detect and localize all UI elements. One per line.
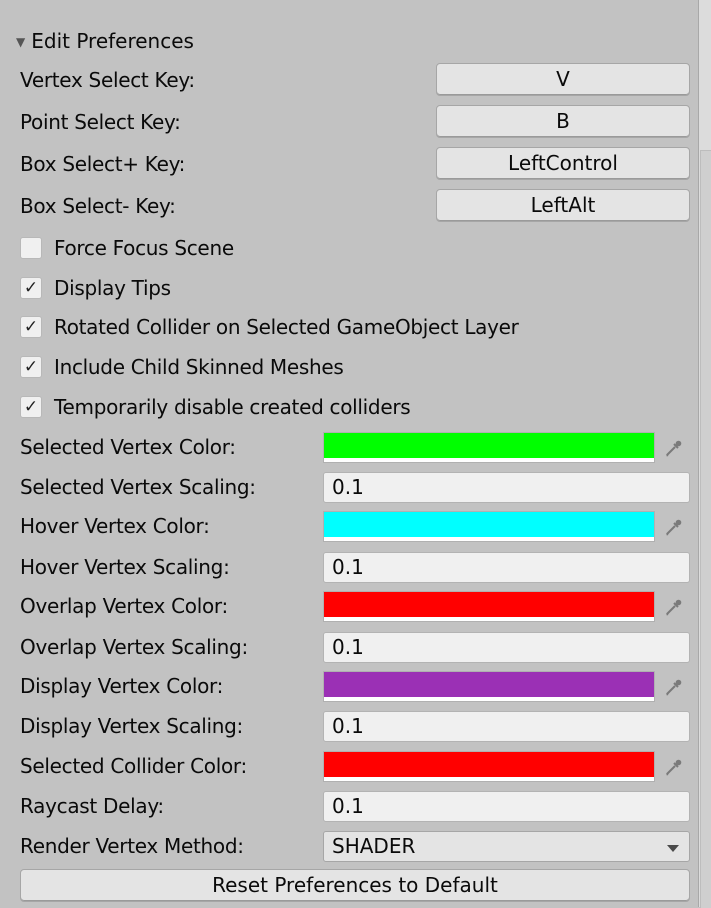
- raycast-delay-label: Raycast Delay:: [20, 794, 164, 818]
- display-vertex-scaling-row: Display Vertex Scaling: 0.1: [0, 707, 698, 745]
- render-vertex-method-label: Render Vertex Method:: [20, 834, 244, 858]
- hover-vertex-scaling-input[interactable]: 0.1: [323, 552, 690, 583]
- include-child-skinned-meshes-row: ✓ Include Child Skinned Meshes: [0, 348, 698, 386]
- selected-vertex-color-swatch[interactable]: [323, 432, 655, 463]
- render-vertex-method-dropdown[interactable]: SHADER: [323, 831, 690, 862]
- preferences-panel: ▼ Edit Preferences Vertex Select Key: V P…: [0, 0, 698, 907]
- eyedropper-icon[interactable]: [657, 751, 690, 782]
- include-child-skinned-meshes-checkbox[interactable]: ✓: [20, 356, 42, 378]
- temporarily-disable-colliders-label: Temporarily disable created colliders: [54, 395, 411, 419]
- temporarily-disable-colliders-checkbox[interactable]: ✓: [20, 396, 42, 418]
- overlap-vertex-scaling-label: Overlap Vertex Scaling:: [20, 635, 248, 659]
- rotated-collider-checkbox[interactable]: ✓: [20, 316, 42, 338]
- display-vertex-color-swatch[interactable]: [323, 671, 655, 702]
- edit-preferences-foldout[interactable]: ▼ Edit Preferences: [16, 22, 194, 60]
- box-select-plus-key-row: Box Select+ Key: LeftControl: [0, 145, 698, 183]
- eyedropper-icon[interactable]: [657, 671, 690, 702]
- hover-vertex-color-row: Hover Vertex Color:: [0, 507, 698, 545]
- display-vertex-color-label: Display Vertex Color:: [20, 674, 224, 698]
- hover-vertex-color-swatch[interactable]: [323, 511, 655, 542]
- selected-collider-color-swatch[interactable]: [323, 751, 655, 782]
- rotated-collider-label: Rotated Collider on Selected GameObject …: [54, 315, 519, 339]
- hover-vertex-scaling-row: Hover Vertex Scaling: 0.1: [0, 548, 698, 586]
- alpha-bar: [324, 458, 654, 462]
- display-tips-label: Display Tips: [54, 276, 171, 300]
- raycast-delay-input[interactable]: 0.1: [323, 791, 690, 822]
- selected-vertex-scaling-row: Selected Vertex Scaling: 0.1: [0, 468, 698, 506]
- overlap-vertex-scaling-row: Overlap Vertex Scaling: 0.1: [0, 628, 698, 666]
- selected-vertex-scaling-label: Selected Vertex Scaling:: [20, 475, 256, 499]
- vertex-select-key-row: Vertex Select Key: V: [0, 61, 698, 99]
- alpha-bar: [324, 537, 654, 541]
- vertex-select-key-label: Vertex Select Key:: [20, 68, 195, 92]
- alpha-bar: [324, 777, 654, 781]
- chevron-down-icon: [667, 845, 679, 852]
- triangle-down-icon: ▼: [16, 35, 26, 49]
- overlap-vertex-color-label: Overlap Vertex Color:: [20, 594, 228, 618]
- reset-preferences-button[interactable]: Reset Preferences to Default: [20, 869, 690, 902]
- reset-row: Reset Preferences to Default: [0, 867, 698, 905]
- display-vertex-color-row: Display Vertex Color:: [0, 667, 698, 705]
- box-select-minus-key-row: Box Select- Key: LeftAlt: [0, 187, 698, 225]
- render-vertex-method-value: SHADER: [332, 834, 416, 858]
- display-vertex-scaling-input[interactable]: 0.1: [323, 711, 690, 742]
- box-select-plus-key-button[interactable]: LeftControl: [436, 147, 690, 180]
- selected-vertex-color-row: Selected Vertex Color:: [0, 428, 698, 466]
- force-focus-scene-checkbox[interactable]: [20, 237, 42, 259]
- display-tips-row: ✓ Display Tips: [0, 269, 698, 307]
- point-select-key-row: Point Select Key: B: [0, 103, 698, 141]
- selected-vertex-scaling-input[interactable]: 0.1: [323, 472, 690, 503]
- overlap-vertex-scaling-input[interactable]: 0.1: [323, 632, 690, 663]
- selected-vertex-color-label: Selected Vertex Color:: [20, 435, 236, 459]
- point-select-key-label: Point Select Key:: [20, 110, 181, 134]
- include-child-skinned-meshes-label: Include Child Skinned Meshes: [54, 355, 344, 379]
- alpha-bar: [324, 617, 654, 621]
- eyedropper-icon[interactable]: [657, 591, 690, 622]
- eyedropper-icon[interactable]: [657, 511, 690, 542]
- point-select-key-button[interactable]: B: [436, 105, 690, 138]
- box-select-minus-key-label: Box Select- Key:: [20, 194, 176, 218]
- vertical-scrollbar[interactable]: [698, 0, 711, 908]
- force-focus-scene-label: Force Focus Scene: [54, 236, 234, 260]
- hover-vertex-color-label: Hover Vertex Color:: [20, 514, 210, 538]
- temporarily-disable-colliders-row: ✓ Temporarily disable created colliders: [0, 388, 698, 426]
- eyedropper-icon[interactable]: [657, 432, 690, 463]
- render-vertex-method-row: Render Vertex Method: SHADER: [0, 827, 698, 865]
- selected-collider-color-label: Selected Collider Color:: [20, 754, 247, 778]
- box-select-plus-key-label: Box Select+ Key:: [20, 152, 186, 176]
- hover-vertex-scaling-label: Hover Vertex Scaling:: [20, 555, 230, 579]
- raycast-delay-row: Raycast Delay: 0.1: [0, 787, 698, 825]
- foldout-title: Edit Preferences: [31, 29, 194, 53]
- overlap-vertex-color-row: Overlap Vertex Color:: [0, 587, 698, 625]
- overlap-vertex-color-swatch[interactable]: [323, 591, 655, 622]
- scrollbar-thumb[interactable]: [700, 150, 711, 908]
- alpha-bar: [324, 697, 654, 701]
- box-select-minus-key-button[interactable]: LeftAlt: [436, 189, 690, 222]
- selected-collider-color-row: Selected Collider Color:: [0, 747, 698, 785]
- display-vertex-scaling-label: Display Vertex Scaling:: [20, 714, 243, 738]
- rotated-collider-row: ✓ Rotated Collider on Selected GameObjec…: [0, 308, 698, 346]
- vertex-select-key-button[interactable]: V: [436, 63, 690, 96]
- display-tips-checkbox[interactable]: ✓: [20, 277, 42, 299]
- force-focus-scene-row: Force Focus Scene: [0, 229, 698, 267]
